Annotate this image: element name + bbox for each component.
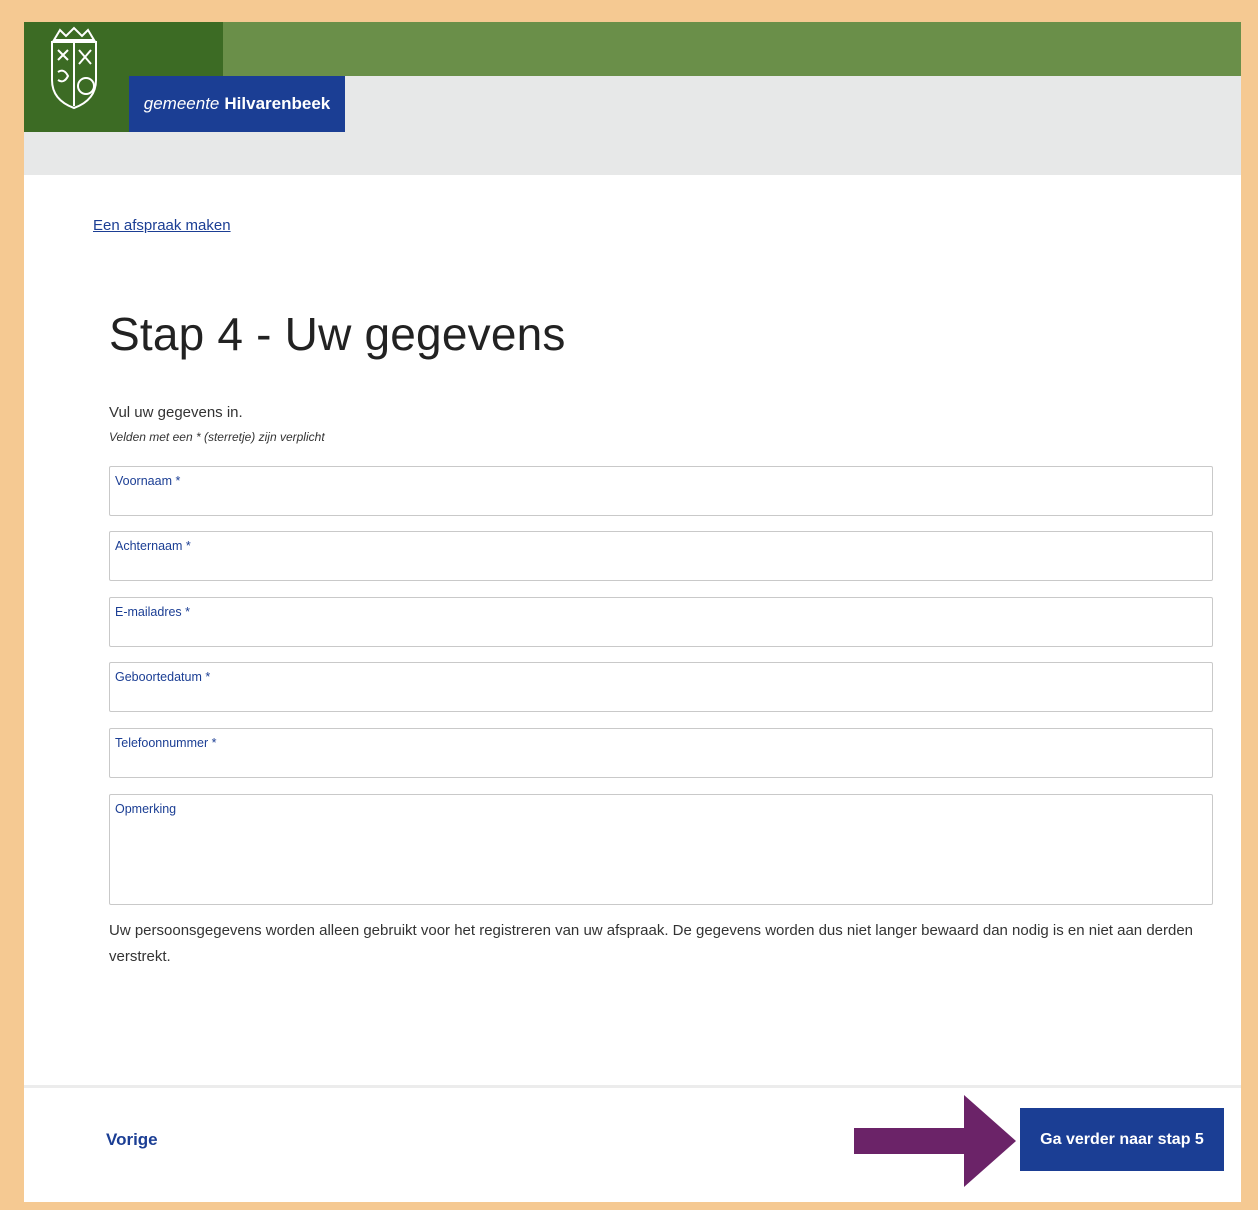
first-name-label: Voornaam *	[115, 474, 181, 488]
intro-text: Vul uw gegevens in.	[109, 404, 243, 421]
last-name-input[interactable]	[115, 558, 1207, 576]
footer-divider	[24, 1085, 1241, 1088]
brand-label[interactable]: gemeente Hilvarenbeek	[129, 76, 345, 132]
privacy-text: Uw persoonsgegevens worden alleen gebrui…	[109, 922, 1194, 965]
phone-field[interactable]: Telefoonnummer *	[109, 728, 1213, 778]
first-name-field[interactable]: Voornaam *	[109, 466, 1213, 516]
email-input[interactable]	[115, 624, 1207, 642]
breadcrumb-link[interactable]: Een afspraak maken	[93, 217, 231, 234]
next-step-button[interactable]: Ga verder naar stap 5	[1020, 1108, 1224, 1171]
remark-textarea[interactable]	[115, 823, 1207, 900]
birthdate-field[interactable]: Geboortedatum *	[109, 662, 1213, 712]
last-name-label: Achternaam *	[115, 539, 191, 553]
arrow-right-icon	[854, 1095, 1016, 1187]
email-label: E-mailadres *	[115, 605, 191, 619]
first-name-input[interactable]	[115, 493, 1207, 511]
required-note: Velden met een * (sterretje) zijn verpli…	[109, 430, 325, 444]
previous-button[interactable]: Vorige	[106, 1130, 158, 1150]
birthdate-input[interactable]	[115, 689, 1207, 707]
email-field[interactable]: E-mailadres *	[109, 597, 1213, 647]
remark-field[interactable]: Opmerking	[109, 794, 1213, 905]
last-name-field[interactable]: Achternaam *	[109, 531, 1213, 581]
phone-label: Telefoonnummer *	[115, 736, 217, 750]
brand-name: Hilvarenbeek	[224, 94, 331, 113]
page: gemeente Hilvarenbeek Een afspraak maken…	[24, 22, 1241, 1202]
remark-label: Opmerking	[115, 802, 177, 816]
page-title: Stap 4 - Uw gegevens	[109, 308, 566, 360]
brand-prefix: gemeente	[143, 94, 220, 113]
phone-input[interactable]	[115, 755, 1207, 773]
coat-of-arms-icon	[51, 26, 97, 110]
birthdate-label: Geboortedatum *	[115, 670, 211, 684]
